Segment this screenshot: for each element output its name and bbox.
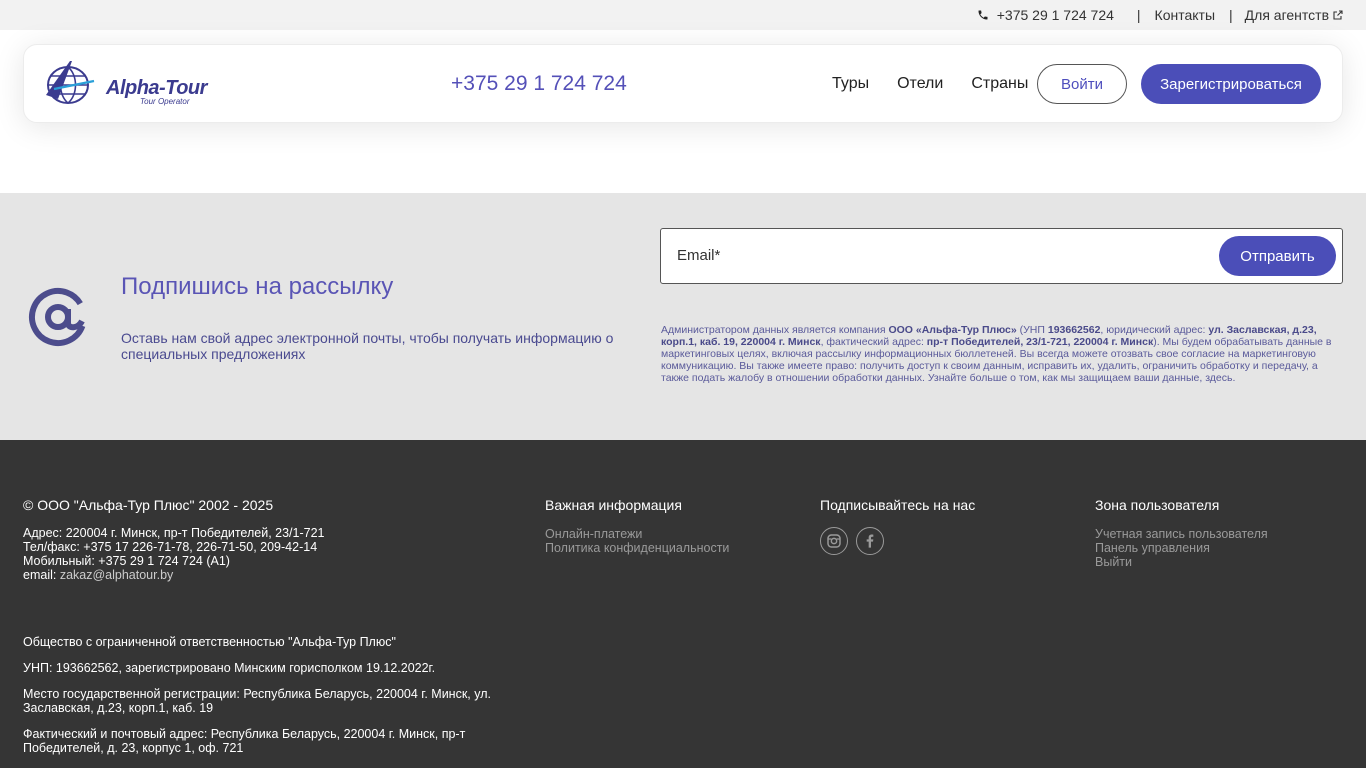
- user-account-link[interactable]: Учетная запись пользователя: [1095, 527, 1268, 541]
- main-header: Alpha-Tour Tour Operator +375 29 1 724 7…: [23, 44, 1343, 123]
- dashboard-link[interactable]: Панель управления: [1095, 541, 1268, 555]
- separator: |: [1136, 7, 1141, 23]
- footer-mobile: Мобильный: +375 29 1 724 724 (A1): [23, 554, 230, 568]
- copyright: © ООО "Альфа-Тур Плюс" 2002 - 2025: [23, 497, 274, 513]
- reg-place: Место государственной регистрации: Респу…: [23, 687, 491, 715]
- email-form: Отправить: [660, 228, 1343, 284]
- globe-logo-icon: [46, 61, 95, 104]
- online-payments-link[interactable]: Онлайн-платежи: [545, 527, 729, 541]
- newsletter-title: Подпишись на рассылку: [121, 273, 394, 300]
- agents-link-label: Для агентств: [1244, 7, 1329, 23]
- user-zone-title: Зона пользователя: [1095, 497, 1220, 513]
- footer-email-row: email: zakaz@alphatour.by: [23, 568, 325, 582]
- agents-link[interactable]: Для агентств: [1245, 7, 1344, 23]
- instagram-button[interactable]: [820, 527, 848, 555]
- separator: |: [1229, 7, 1233, 23]
- nav-item-tours[interactable]: Туры: [832, 75, 869, 93]
- email-input[interactable]: [677, 247, 1197, 264]
- send-button[interactable]: Отправить: [1219, 236, 1336, 276]
- newsletter-description: Оставь нам свой адрес электронной почты,…: [121, 330, 614, 362]
- site-footer: © ООО "Альфа-Тур Плюс" 2002 - 2025 Адрес…: [0, 440, 1366, 768]
- privacy-notice: Администратором данных является компания…: [661, 324, 1337, 384]
- contacts-link[interactable]: Контакты: [1155, 7, 1215, 23]
- facebook-icon: [866, 534, 874, 548]
- important-info-column: Важная информация Онлайн-платежи Политик…: [545, 497, 729, 555]
- privacy-text: Администратором данных является компания: [661, 324, 889, 336]
- facebook-button[interactable]: [856, 527, 884, 555]
- privacy-link[interactable]: здесь: [1205, 372, 1232, 384]
- actual-address: пр-т Победителей, 23/1-721, 220004 г. Ми…: [926, 336, 1154, 348]
- user-zone-column: Зона пользователя Учетная запись пользов…: [1095, 497, 1268, 569]
- top-bar: +375 29 1 724 724 | Контакты | Для агент…: [0, 0, 1366, 30]
- footer-email-link[interactable]: zakaz@alphatour.by: [60, 568, 173, 582]
- site-logo[interactable]: Alpha-Tour Tour Operator: [44, 59, 234, 107]
- privacy-text: (УНП: [1016, 324, 1048, 336]
- social-title: Подписывайтесь на нас: [820, 497, 976, 513]
- postal-address: Фактический и почтовый адрес: Республика…: [23, 727, 466, 755]
- privacy-policy-link[interactable]: Политика конфиденциальности: [545, 541, 729, 555]
- external-link-icon: [1333, 10, 1343, 20]
- nav-item-hotels[interactable]: Отели: [897, 75, 943, 93]
- footer-telfax: Тел/факс: +375 17 226-71-78, 226-71-50, …: [23, 540, 318, 554]
- privacy-text: , фактический адрес:: [820, 336, 927, 348]
- footer-address: Адрес: 220004 г. Минск, пр-т Победителей…: [23, 526, 325, 540]
- top-phone-link[interactable]: +375 29 1 724 724: [997, 7, 1114, 23]
- top-bar-links: +375 29 1 724 724 | Контакты | Для агент…: [977, 0, 1344, 30]
- important-info-title: Важная информация: [545, 497, 682, 513]
- logout-link[interactable]: Выйти: [1095, 555, 1268, 569]
- at-sign-icon: [29, 288, 87, 346]
- unp-number: 193662562: [1047, 324, 1101, 336]
- company-name: ООО «Альфа-Тур Плюс»: [888, 324, 1017, 336]
- register-button[interactable]: Зарегистрироваться: [1141, 64, 1321, 104]
- instagram-icon: [827, 534, 841, 548]
- privacy-text: , юридический адрес:: [1100, 324, 1209, 336]
- main-nav: Туры Отели Страны: [832, 75, 1056, 93]
- privacy-text: .: [1232, 372, 1236, 384]
- footer-contacts: Адрес: 220004 г. Минск, пр-т Победителей…: [23, 526, 325, 582]
- header-phone-link[interactable]: +375 29 1 724 724: [451, 72, 627, 96]
- login-button[interactable]: Войти: [1037, 64, 1127, 104]
- social-column: Подписывайтесь на нас: [820, 497, 975, 555]
- nav-item-countries[interactable]: Страны: [971, 75, 1028, 93]
- logo-subtitle: Tour Operator: [140, 97, 190, 106]
- phone-icon: [978, 10, 988, 20]
- org-name: Общество с ограниченной ответственностью…: [23, 635, 396, 649]
- social-links: [820, 527, 975, 555]
- unp-info: УНП: 193662562, зарегистрировано Минским…: [23, 661, 436, 675]
- email-label: email:: [23, 568, 60, 582]
- newsletter-section: Подпишись на рассылку Оставь нам свой ад…: [0, 193, 1366, 440]
- footer-legal-info: Общество с ограниченной ответственностью…: [23, 635, 503, 767]
